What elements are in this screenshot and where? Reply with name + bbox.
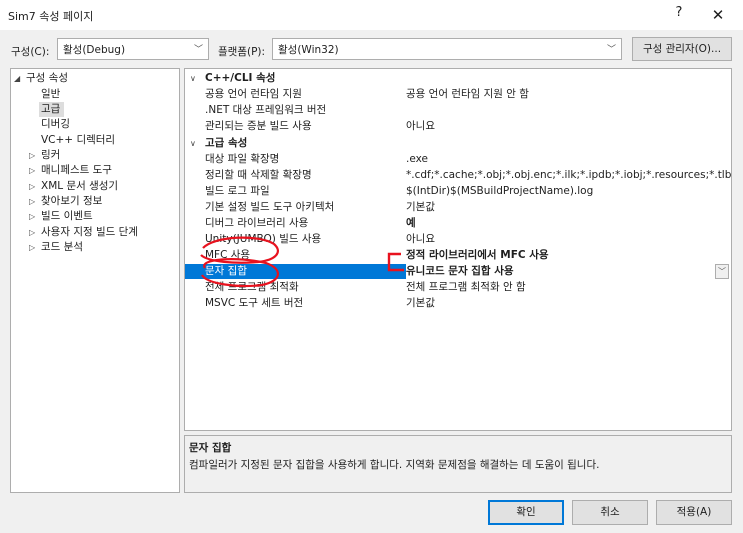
config-value: 활성(Debug)	[63, 44, 126, 56]
collapse-icon[interactable]: ∨	[190, 136, 196, 151]
property-row[interactable]: 관리되는 증분 빌드 사용 아니요	[185, 119, 731, 134]
ok-button[interactable]: 확인	[488, 500, 564, 525]
property-grid: ∨ C++/CLI 속성 공용 언어 런타임 지원 공용 언어 런타임 지원 안 …	[184, 68, 732, 431]
tree-item-manifest-tool[interactable]: ▷ 매니페스트 도구	[29, 163, 112, 178]
help-button[interactable]: ?	[672, 5, 686, 25]
platform-label: 플랫폼(P):	[218, 46, 266, 58]
expand-icon[interactable]: ▷	[29, 240, 41, 255]
tree-item-advanced[interactable]: 고급	[39, 102, 65, 117]
window-title: Sim7 속성 페이지	[8, 10, 94, 23]
expand-icon[interactable]: ▷	[29, 194, 41, 209]
collapse-icon[interactable]: ∨	[190, 71, 196, 86]
description-text: 컴파일러가 지정된 문자 집합을 사용하게 합니다. 지역화 문제점을 해결하는…	[189, 459, 600, 471]
chevron-down-icon: ﹀	[193, 45, 203, 55]
chevron-down-icon[interactable]: ﹀	[715, 264, 729, 279]
tree-item-browse-info[interactable]: ▷ 찾아보기 정보	[29, 194, 102, 209]
tree-item-debugging[interactable]: 디버깅	[41, 117, 70, 132]
expand-icon[interactable]: ▷	[29, 148, 41, 163]
platform-value: 활성(Win32)	[278, 44, 339, 56]
expand-icon[interactable]: ▷	[29, 225, 41, 240]
config-combo[interactable]: 활성(Debug) ﹀	[57, 38, 209, 60]
tree-item-config-properties[interactable]: ◢ 구성 속성	[14, 71, 176, 86]
property-row[interactable]: 전체 프로그램 최적화 전체 프로그램 최적화 안 함	[185, 280, 731, 295]
property-row[interactable]: Unity(JUMBO) 빌드 사용 아니요	[185, 232, 731, 247]
property-row[interactable]: 대상 파일 확장명 .exe	[185, 152, 731, 167]
expand-icon[interactable]: ▷	[29, 209, 41, 224]
property-row[interactable]: MFC 사용 정적 라이브러리에서 MFC 사용	[185, 248, 731, 263]
property-row[interactable]: 정리할 때 삭제할 확장명 *.cdf;*.cache;*.obj;*.obj.e…	[185, 168, 731, 183]
title-bar: Sim7 속성 페이지 ? ✕	[0, 0, 743, 30]
tree-item-build-events[interactable]: ▷ 빌드 이벤트	[29, 209, 93, 224]
tree-item-xml-doc-generator[interactable]: ▷ XML 문서 생성기	[29, 179, 118, 194]
tree-item-linker[interactable]: ▷ 링커	[29, 148, 60, 163]
description-title: 문자 집합	[189, 442, 232, 454]
tree-item-vc-directories[interactable]: VC++ 디렉터리	[41, 133, 115, 148]
expand-icon[interactable]: ▷	[29, 163, 41, 178]
category-advanced[interactable]: ∨ 고급 속성	[185, 136, 731, 151]
property-row[interactable]: 빌드 로그 파일 $(IntDir)$(MSBuildProjectName).l…	[185, 184, 731, 199]
cancel-button[interactable]: 취소	[572, 500, 648, 525]
category-cpp-cli[interactable]: ∨ C++/CLI 속성	[185, 71, 731, 86]
property-row-selected[interactable]: 문자 집합 유니코드 문자 집합 사용 ﹀	[185, 264, 731, 279]
tree-item-code-analysis[interactable]: ▷ 코드 분석	[29, 240, 83, 255]
chevron-down-icon: ﹀	[606, 45, 616, 55]
property-row[interactable]: 공용 언어 런타임 지원 공용 언어 런타임 지원 안 함	[185, 87, 731, 102]
expand-icon[interactable]: ▷	[29, 179, 41, 194]
close-button[interactable]: ✕	[706, 3, 730, 27]
character-set-select[interactable]: 유니코드 문자 집합 사용	[406, 264, 731, 279]
category-tree: ◢ 구성 속성 일반 고급 디버깅 VC++ 디렉터리 ▷ 링커 ▷ 매니페스트 도구…	[10, 68, 180, 493]
tree-item-custom-build-step[interactable]: ▷ 사용자 지정 빌드 단계	[29, 225, 138, 240]
property-row[interactable]: 기본 설정 빌드 도구 아키텍처 기본값	[185, 200, 731, 215]
collapse-icon[interactable]: ◢	[14, 71, 26, 86]
description-panel: 문자 집합 컴파일러가 지정된 문자 집합을 사용하게 합니다. 지역화 문제점…	[184, 435, 732, 493]
config-label: 구성(C):	[11, 46, 50, 58]
apply-button[interactable]: 적용(A)	[656, 500, 732, 525]
tree-item-general[interactable]: 일반	[41, 87, 60, 102]
property-row[interactable]: 디버그 라이브러리 사용 예	[185, 216, 731, 231]
platform-combo[interactable]: 활성(Win32) ﹀	[272, 38, 622, 60]
config-manager-button[interactable]: 구성 관리자(O)...	[632, 37, 732, 61]
property-row[interactable]: MSVC 도구 세트 버전 기본값	[185, 296, 731, 311]
property-row[interactable]: .NET 대상 프레임워크 버전	[185, 103, 731, 118]
